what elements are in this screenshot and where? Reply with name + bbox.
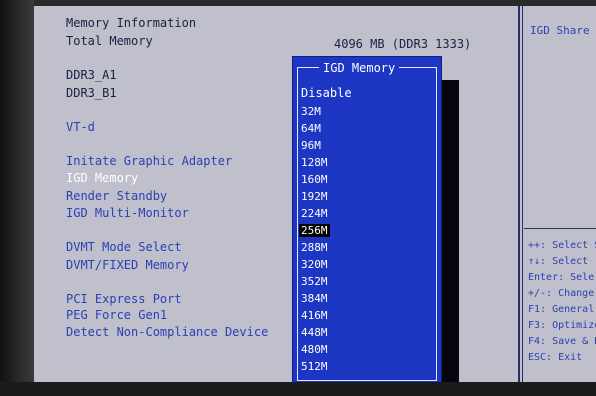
total-memory-label: Total Memory: [66, 34, 153, 48]
help-line: F4: Save & R: [528, 336, 596, 347]
option-64m[interactable]: 64M: [299, 122, 323, 135]
option-160m[interactable]: 160M: [299, 173, 330, 186]
ddr3-b1-label: DDR3_B1: [66, 86, 117, 100]
help-line: F1: General: [528, 304, 595, 315]
option-448m[interactable]: 448M: [299, 326, 330, 339]
help-title: IGD Share M: [530, 24, 596, 37]
vt-d-item[interactable]: VT-d: [66, 120, 95, 134]
option-192m[interactable]: 192M: [299, 190, 330, 203]
option-416m[interactable]: 416M: [299, 309, 330, 322]
option-128m[interactable]: 128M: [299, 156, 330, 169]
option-512m[interactable]: 512M: [299, 360, 330, 373]
bezel-bottom: [0, 382, 596, 396]
dvmt-fixed-memory-item[interactable]: DVMT/FIXED Memory: [66, 258, 189, 272]
igd-multi-monitor-item[interactable]: IGD Multi-Monitor: [66, 206, 189, 220]
igd-memory-popup: IGD Memory Disable 32M 64M 96M 128M 160M…: [292, 56, 442, 386]
help-line: ↑↓: Select: [528, 256, 589, 267]
help-panel: IGD Share M ++: Select S ↑↓: Select Ente…: [524, 6, 596, 382]
igd-memory-item[interactable]: IGD Memory: [66, 171, 138, 185]
detect-non-compliance-item[interactable]: Detect Non-Compliance Device: [66, 325, 268, 339]
option-320m[interactable]: 320M: [299, 258, 330, 271]
panel-divider: [518, 6, 520, 382]
popup-title: IGD Memory: [319, 61, 400, 75]
option-384m[interactable]: 384M: [299, 292, 330, 305]
help-line: Enter: Sele: [528, 272, 595, 283]
option-224m[interactable]: 224M: [299, 207, 330, 220]
help-line: ++: Select S: [528, 240, 596, 251]
option-96m[interactable]: 96M: [299, 139, 323, 152]
render-standby-item[interactable]: Render Standby: [66, 189, 167, 203]
option-256m-selected[interactable]: 256M: [299, 224, 330, 237]
pci-express-port-item[interactable]: PCI Express Port: [66, 292, 182, 306]
peg-force-gen1-item[interactable]: PEG Force Gen1: [66, 308, 167, 322]
bezel-left: [0, 0, 34, 396]
help-separator: [524, 228, 596, 229]
option-288m[interactable]: 288M: [299, 241, 330, 254]
help-line: +/-: Change: [528, 288, 595, 299]
option-480m[interactable]: 480M: [299, 343, 330, 356]
initate-graphic-adapter-item[interactable]: Initate Graphic Adapter: [66, 154, 232, 168]
help-line: F3: Optimize: [528, 320, 596, 331]
option-32m[interactable]: 32M: [299, 105, 323, 118]
dvmt-mode-select-item[interactable]: DVMT Mode Select: [66, 240, 182, 254]
memory-information-label: Memory Information: [66, 16, 197, 30]
option-352m[interactable]: 352M: [299, 275, 330, 288]
help-line: ESC: Exit: [528, 352, 583, 363]
panel-divider-inner: [522, 6, 523, 382]
ddr3-a1-label: DDR3_A1: [66, 68, 117, 82]
total-memory-value: 4096 MB (DDR3 1333): [334, 37, 472, 51]
option-disable[interactable]: Disable: [299, 87, 354, 100]
